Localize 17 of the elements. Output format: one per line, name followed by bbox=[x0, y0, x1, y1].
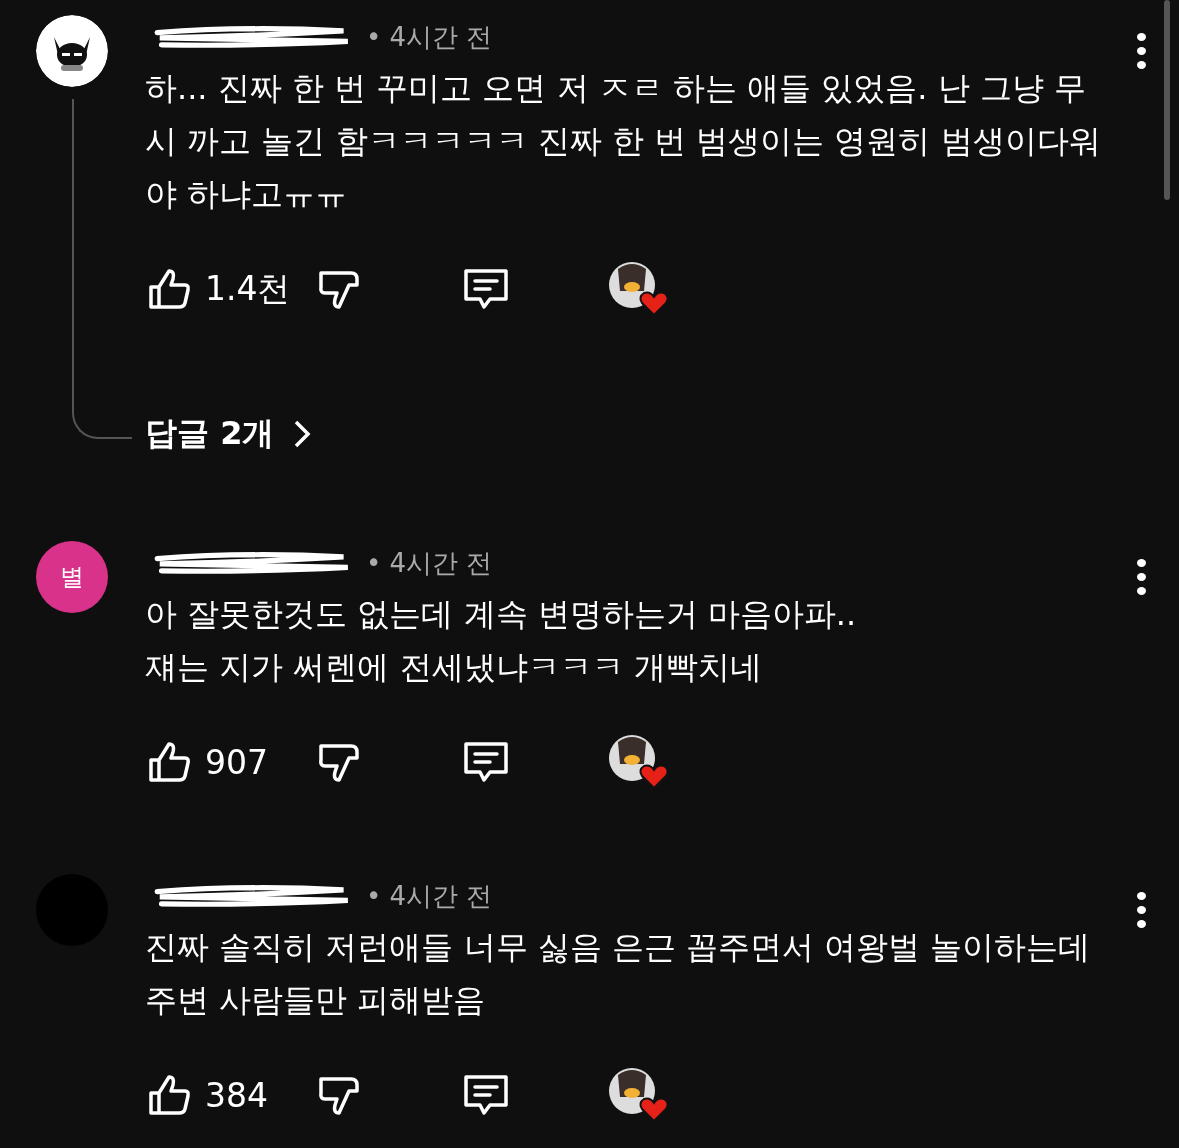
like-count: 384 bbox=[205, 1075, 269, 1115]
replies-link[interactable]: 답글 2개 bbox=[145, 411, 313, 457]
like-count: 907 bbox=[205, 742, 269, 782]
comment-time: • 4시간 전 bbox=[366, 879, 493, 913]
cat-avatar-icon[interactable] bbox=[36, 15, 108, 87]
more-menu-icon[interactable] bbox=[1136, 892, 1146, 928]
comment-time: • 4시간 전 bbox=[366, 546, 493, 580]
more-menu-icon[interactable] bbox=[1136, 559, 1146, 595]
scrollbar[interactable] bbox=[1164, 0, 1170, 200]
comment-text: 하... 진짜 한 번 꾸미고 오면 저 ㅈㄹ 하는 애들 있었음. 난 그냥 무 시 까고 놀긴 함ㅋㅋㅋㅋㅋ 진짜 한 번 범생이는 영원히 범생이다워 야 하냐고ㅠㅠ bbox=[145, 68, 1102, 215]
like-count: 1.4천 bbox=[205, 267, 292, 310]
comment-text: 진짜 솔직히 저런애들 너무 싫음 은근 꼽주면서 여왕벌 놀이하는데 주변 사람들만 피해받음 bbox=[145, 927, 1092, 1021]
chevron-right-icon bbox=[292, 418, 313, 450]
more-menu-icon[interactable] bbox=[1136, 33, 1146, 69]
comment-time: • 4시간 전 bbox=[366, 20, 493, 54]
letter-avatar[interactable]: 별 bbox=[36, 541, 108, 613]
comment-text: 아 잘못한것도 없는데 계속 변명하는거 마음아파.. 쟤는 지가 써렌에 전세냈냐ㅋㅋㅋ 개빡치네 bbox=[145, 594, 858, 688]
